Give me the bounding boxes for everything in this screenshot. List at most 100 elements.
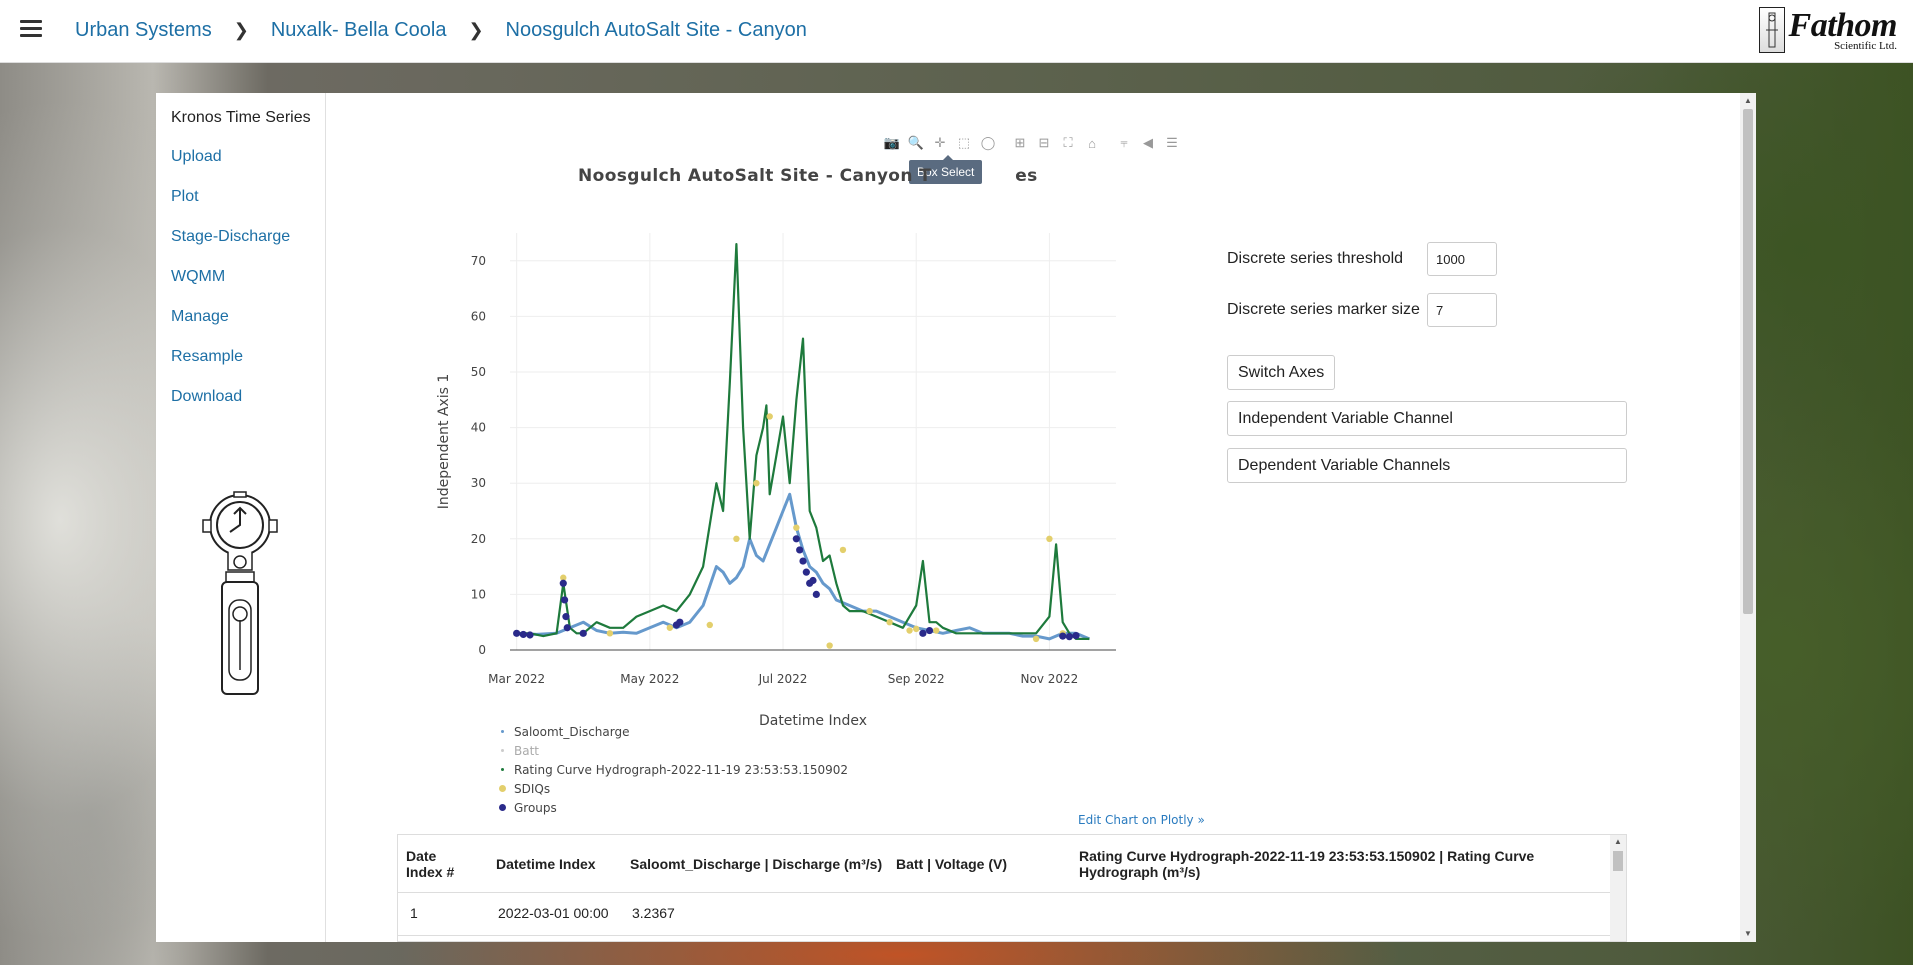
- table-header: Date Index # Datetime Index Saloomt_Disc…: [398, 835, 1610, 893]
- panel-scrollbar[interactable]: ▲ ▼: [1740, 93, 1756, 942]
- sdiq-point: [766, 413, 773, 420]
- group-point: [1072, 631, 1080, 640]
- group-point: [812, 590, 820, 598]
- table-scroll-thumb[interactable]: [1613, 851, 1623, 871]
- sdiq-point: [932, 627, 940, 634]
- marker-size-label: Discrete series marker size: [1227, 301, 1420, 318]
- row-divider: [398, 935, 1610, 936]
- cell-discharge: 3.2367: [632, 905, 675, 921]
- table-scrollbar[interactable]: ▲: [1610, 835, 1626, 941]
- group-point: [513, 629, 521, 637]
- group-point: [563, 624, 571, 632]
- breadcrumb-item-project[interactable]: Nuxalk- Bella Coola: [271, 19, 447, 42]
- y-tick-label: 0: [478, 643, 486, 657]
- threshold-input[interactable]: [1427, 242, 1497, 276]
- column-header-batt[interactable]: Batt | Voltage (V): [896, 835, 1007, 893]
- breadcrumb: Urban Systems ❯ Nuxalk- Bella Coola ❯ No…: [75, 19, 807, 42]
- sdiq-point: [906, 627, 913, 634]
- legend-item-batt[interactable]: Batt: [490, 741, 848, 760]
- cell-datetime: 2022-03-01 00:00: [498, 905, 609, 921]
- column-header-rating-curve[interactable]: Rating Curve Hydrograph-2022-11-19 23:53…: [1079, 835, 1610, 893]
- legend-item-sdiqs[interactable]: SDIQs: [490, 779, 848, 798]
- y-tick-label: 60: [471, 309, 486, 323]
- hover-compare-icon[interactable]: ☰: [1164, 135, 1180, 151]
- legend-label: SDIQs: [514, 781, 551, 796]
- threshold-label: Discrete series threshold: [1227, 250, 1404, 267]
- logo-name: Fathom: [1788, 6, 1898, 44]
- sdiq-point: [606, 630, 614, 637]
- logo-figure-icon: [1758, 7, 1785, 53]
- group-point: [579, 629, 587, 637]
- y-tick-label: 70: [471, 254, 486, 268]
- group-point: [1059, 632, 1067, 640]
- legend-label: Batt: [514, 743, 539, 758]
- marker-size-input[interactable]: [1427, 293, 1497, 327]
- legend-item-rating-curve[interactable]: Rating Curve Hydrograph-2022-11-19 23:53…: [490, 760, 848, 779]
- data-table: Date Index # Datetime Index Saloomt_Disc…: [397, 834, 1627, 942]
- group-point: [799, 557, 807, 565]
- chevron-right-icon: ❯: [233, 20, 249, 40]
- sdiq-point: [706, 621, 713, 629]
- sdiq-point: [913, 625, 920, 633]
- main-panel: Kronos Time Series Upload Plot Stage-Dis…: [156, 93, 1756, 942]
- group-point: [562, 613, 570, 621]
- x-tick-label: Mar 2022: [488, 672, 545, 686]
- time-series-chart[interactable]: 0 10 20 30 40 50 60 70 Mar 2022 May 2022 Jul 2022 S…: [156, 93, 1156, 733]
- group-point: [561, 596, 569, 604]
- scroll-down-icon[interactable]: ▼: [1744, 929, 1752, 938]
- group-point: [802, 568, 810, 576]
- independent-channel-select[interactable]: Independent Variable Channel: [1227, 401, 1627, 436]
- y-axis-title: Independent Axis 1: [436, 374, 452, 510]
- group-point: [559, 579, 567, 587]
- series-line-2: [516, 243, 1090, 640]
- x-tick-label: Nov 2022: [1021, 672, 1079, 686]
- fathom-logo: Fathom Scientific Ltd.: [1758, 6, 1898, 53]
- group-point: [519, 630, 527, 639]
- column-header-datetime[interactable]: Datetime Index: [496, 835, 596, 893]
- series-line-0: [516, 492, 1090, 641]
- column-header-discharge[interactable]: Saloomt_Discharge | Discharge (m³/s): [630, 835, 882, 893]
- breadcrumb-item-client[interactable]: Urban Systems: [75, 19, 212, 42]
- y-tick-label: 40: [471, 421, 486, 435]
- breadcrumb-item-site[interactable]: Noosgulch AutoSalt Site - Canyon: [506, 19, 807, 42]
- sdiq-point: [793, 524, 800, 531]
- legend-label: Groups: [514, 800, 557, 815]
- y-tick-label: 20: [471, 532, 486, 546]
- sdiq-point: [1046, 535, 1053, 542]
- cell-date-index: 1: [410, 905, 418, 921]
- legend-label: Saloomt_Discharge: [514, 724, 630, 739]
- group-point: [809, 576, 817, 585]
- sdiq-point: [733, 535, 740, 542]
- x-tick-label: Jul 2022: [758, 672, 808, 686]
- sdiq-point: [866, 607, 873, 615]
- panel-scroll-thumb[interactable]: [1743, 109, 1753, 614]
- y-tick-label: 30: [471, 476, 486, 490]
- menu-icon[interactable]: [20, 20, 42, 38]
- sdiq-point: [826, 642, 833, 649]
- group-point: [792, 535, 800, 543]
- group-point: [1065, 633, 1073, 641]
- scroll-up-icon[interactable]: ▲: [1744, 96, 1752, 105]
- group-point: [526, 631, 534, 639]
- dependent-channels-select[interactable]: Dependent Variable Channels: [1227, 448, 1627, 483]
- column-header-date-index[interactable]: Date Index #: [406, 835, 476, 893]
- x-tick-label: Sep 2022: [888, 672, 945, 686]
- legend-item-groups[interactable]: Groups: [490, 798, 848, 817]
- sdiq-point: [666, 624, 674, 631]
- sdiq-point: [886, 619, 893, 626]
- group-point: [919, 629, 927, 637]
- group-point: [925, 626, 934, 635]
- y-tick-label: 10: [471, 587, 486, 601]
- legend-label: Rating Curve Hydrograph-2022-11-19 23:53…: [514, 762, 849, 777]
- legend-item-saloomt[interactable]: Saloomt_Discharge: [490, 722, 848, 741]
- switch-axes-button[interactable]: Switch Axes: [1227, 355, 1336, 390]
- sdiq-point: [1032, 635, 1040, 643]
- chevron-right-icon: ❯: [468, 20, 484, 40]
- scroll-up-icon[interactable]: ▲: [1614, 837, 1622, 846]
- edit-chart-link[interactable]: Edit Chart on Plotly »: [1078, 813, 1205, 827]
- chart-legend: Saloomt_Discharge Batt Rating Curve Hydr…: [490, 722, 848, 817]
- x-tick-label: May 2022: [620, 672, 679, 686]
- top-bar: Urban Systems ❯ Nuxalk- Bella Coola ❯ No…: [0, 0, 1913, 63]
- group-point: [796, 546, 804, 554]
- group-point: [676, 618, 684, 626]
